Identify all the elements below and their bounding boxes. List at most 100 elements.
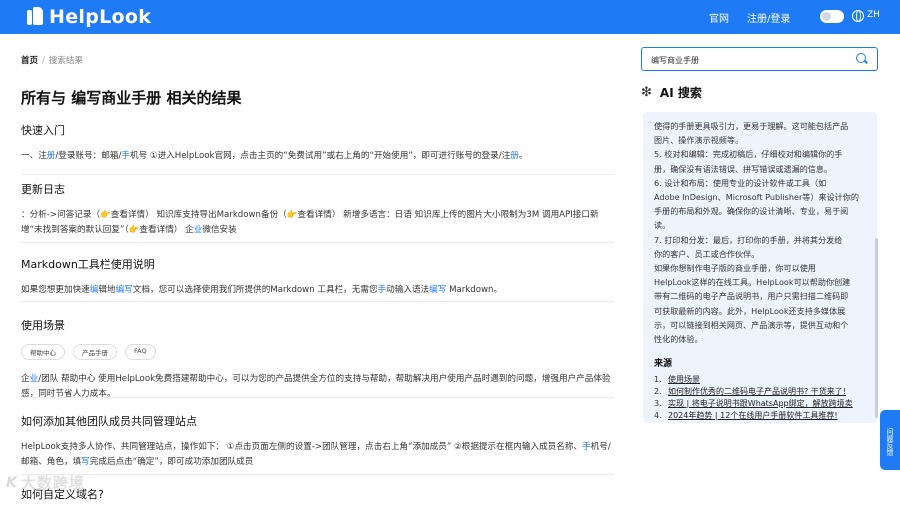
logo-icon (27, 7, 43, 27)
theme-toggle[interactable] (820, 10, 844, 23)
source-number: 1. (654, 375, 662, 384)
feedback-button[interactable]: 问题反馈 (880, 410, 900, 470)
result-title[interactable]: 如何自定义域名? (21, 486, 614, 502)
watermark-logo: K (6, 474, 17, 491)
ai-answer-text: 使得的手册更具吸引力，更易于理解。这可能包括产品 图片、操作演示视频等。 5. … (654, 119, 866, 346)
ai-line: 册，确保没有语法错误、拼写错误或遗漏的信息。 (654, 163, 833, 174)
result-title[interactable]: 使用场景 (21, 317, 614, 333)
tag-list: 帮助中心 产品手册 FAQ (21, 344, 614, 360)
keyword-highlight: 编写 (115, 285, 133, 295)
ai-line: 使得的手册更具吸引力，更易于理解。这可能包括产品 (654, 121, 849, 131)
keyword-highlight: 册 (510, 151, 519, 161)
keyword-highlight: 手 (377, 285, 387, 295)
snippet-text: 企 (21, 374, 30, 384)
ai-line: 手册的布局和外观。确保你的设计清晰、专业，易于阅 (654, 206, 849, 217)
snippet-text: 一、注 (21, 151, 47, 161)
keyword-highlight: 业 (29, 374, 39, 384)
result-item[interactable]: Markdown工具栏使用说明 如果您想更加快速编辑地编写文档，您可以选择使用我… (21, 256, 614, 302)
result-item[interactable]: 使用场景 帮助中心 产品手册 FAQ 企业/团队 帮助中心 使用HelpLook… (21, 317, 614, 399)
ai-line: HelpLook这样的在线工具。HelpLook可以帮助你创建 (654, 277, 851, 288)
tag-help-center[interactable]: 帮助中心 (21, 344, 65, 360)
snippet-text: 文档，您可以选择使用我们所提供的Markdown 工具栏，无需您 (132, 285, 378, 295)
watermark: K 大数跨境 (6, 472, 85, 493)
sparkle-icon: ❇ (641, 85, 652, 100)
tag-product-manual[interactable]: 产品手册 (73, 344, 117, 360)
search-icon[interactable] (856, 53, 866, 63)
result-item[interactable]: 快速入门 一、注 册/登录账号：邮箱/手机号 ①进入HelpLook官网，点击主页… (21, 122, 614, 175)
result-title[interactable]: 更新日志 (21, 181, 614, 197)
breadcrumb-separator: / (42, 56, 45, 66)
language-switch[interactable]: ZH (867, 10, 880, 20)
snippet-text: 完成后点击“确定”，即可成功添加团队成员 (89, 457, 254, 467)
helplook-logo[interactable]: HelpLook (27, 6, 151, 28)
keyword-highlight: 写 (81, 457, 90, 467)
breadcrumb-current: 搜索结果 (48, 56, 83, 66)
search-input[interactable]: 编写商业手册 (641, 47, 878, 71)
result-title[interactable]: 快速入门 (21, 122, 614, 138)
ai-line: 6. 设计和布局：使用专业的设计软件或工具（如 (654, 177, 827, 188)
ai-answer-panel: 使得的手册更具吸引力，更易于理解。这可能包括产品 图片、操作演示视频等。 5. … (643, 112, 877, 423)
source-number: 3. (654, 399, 662, 408)
ai-panel-scrollbar[interactable] (875, 238, 878, 418)
ai-line: 5. 校对和编辑：完成初稿后，仔细校对和编辑你的手 (654, 149, 843, 160)
snippet-text: 微信安装 (202, 225, 237, 235)
ai-line: 读。 (654, 220, 671, 231)
result-snippet: 如果您想更加快速编辑地编写文档，您可以选择使用我们所提供的Markdown 工具… (21, 283, 614, 298)
breadcrumb: 首页 / 搜索结果 (21, 54, 83, 66)
ai-search-header: ❇ AI 搜索 (641, 84, 702, 101)
ai-line: 可获取最新的内容。此外，HelpLook还支持多媒体展 (654, 305, 846, 316)
result-title[interactable]: 如何添加其他团队成员共同管理站点 (21, 413, 614, 429)
source-item[interactable]: 4. 2024年趋势 | 12个在线用户手册软件工具推荐! (654, 410, 866, 422)
source-item[interactable]: 1. 使用场景 (654, 374, 866, 386)
source-link[interactable]: 如何制作优秀的二维码电子产品说明书? 干货来了! (668, 387, 846, 396)
result-snippet: ：分析->问答记录（👉查看详情） 知识库支持导出Markdown备份（👉查看详情… (21, 208, 614, 238)
watermark-text: 大数跨境 (20, 474, 85, 492)
result-snippet: HelpLook支持多人协作、共同管理站点，操作如下： ①点击页面左侧的设置->… (21, 440, 614, 470)
snippet-text: ：分析->问答记录（👉查看详情） 知识库支持导出Markdown备份（👉查看详情… (21, 210, 599, 235)
ai-line: 7. 打印和分发：最后，打印你的手册，并将其分发给 (654, 234, 843, 245)
source-link[interactable]: 使用场景 (668, 375, 700, 384)
ai-line: 带有二维码的电子产品说明书，用户只需扫描二维码即 (654, 291, 849, 302)
snippet-text: 辑地 (98, 285, 116, 295)
ai-line: 示，可以链接到相关网页、产品演示等，提供互动和个 (654, 319, 849, 330)
snippet-text: 机号 ①进入HelpLook官网，点击主页的“免费试用”或右上角的“开始使用”，… (129, 151, 511, 161)
result-snippet: 一、注 册/登录账号：邮箱/手机号 ①进入HelpLook官网，点击主页的“免费试… (21, 149, 614, 164)
source-link[interactable]: 2024年趋势 | 12个在线用户手册软件工具推荐! (668, 411, 838, 420)
sources-title: 来源 (654, 359, 673, 369)
snippet-text: 动输入语法 (386, 285, 430, 295)
logo-text: HelpLook (49, 6, 152, 28)
feedback-label: 问题反馈 (886, 428, 894, 456)
ai-line: 如果你想制作电子版的商业手册，你可以使用 (654, 263, 816, 274)
snippet-text: Markdown。 (446, 285, 503, 295)
snippet-text: /登录账号：邮箱/ (55, 151, 122, 161)
result-item[interactable]: 更新日志 ：分析->问答记录（👉查看详情） 知识库支持导出Markdown备份（… (21, 181, 614, 243)
breadcrumb-home[interactable]: 首页 (21, 56, 38, 66)
snippet-text: 如果您想更加快速 (21, 285, 90, 295)
tag-faq[interactable]: FAQ (125, 344, 156, 360)
keyword-highlight: 手 (582, 442, 591, 452)
ai-line: 性化的体验。 (654, 334, 703, 345)
source-item[interactable]: 2. 如何制作优秀的二维码电子产品说明书? 干货来了! (654, 386, 866, 398)
ai-line: Adobe InDesign、Microsoft Publisher等）来设计你… (654, 192, 859, 203)
keyword-highlight: 手 (121, 151, 130, 161)
result-title[interactable]: Markdown工具栏使用说明 (21, 256, 614, 272)
snippet-text: /团队 帮助中心 使用HelpLook免费搭建帮助中心，可以为您的产品提供全方位… (21, 374, 611, 399)
result-item[interactable]: 如何添加其他团队成员共同管理站点 HelpLook支持多人协作、共同管理站点，操… (21, 413, 614, 475)
result-item[interactable]: 如何自定义域名? (21, 486, 614, 506)
ai-search-title: AI 搜索 (659, 86, 702, 100)
nav-register-login[interactable]: 注册/登录 (747, 10, 790, 25)
nav-official-site[interactable]: 官网 (709, 10, 729, 25)
snippet-text: 。 (518, 151, 528, 161)
ai-line: 你的客户、员工或合作伙伴。 (654, 248, 760, 259)
source-item[interactable]: 3. 实现 | 将电子说明书跟WhatsApp绑定，解放跨境卖 (654, 398, 866, 410)
source-number: 4. (654, 411, 662, 420)
search-input-value: 编写商业手册 (651, 56, 699, 65)
page-title: 所有与 编写商业手册 相关的结果 (21, 89, 242, 107)
keyword-highlight: 编写 (429, 285, 447, 295)
source-link[interactable]: 实现 | 将电子说明书跟WhatsApp绑定，解放跨境卖 (668, 399, 853, 408)
globe-icon[interactable] (852, 10, 864, 22)
top-navigation-bar: HelpLook 官网 注册/登录 ZH (0, 0, 900, 34)
result-snippet: 企业/团队 帮助中心 使用HelpLook免费搭建帮助中心，可以为您的产品提供全… (21, 372, 614, 402)
snippet-text: HelpLook支持多人协作、共同管理站点，操作如下： ①点击页面左侧的设置->… (21, 442, 583, 452)
ai-line: 图片、操作演示视频等。 (654, 135, 744, 146)
